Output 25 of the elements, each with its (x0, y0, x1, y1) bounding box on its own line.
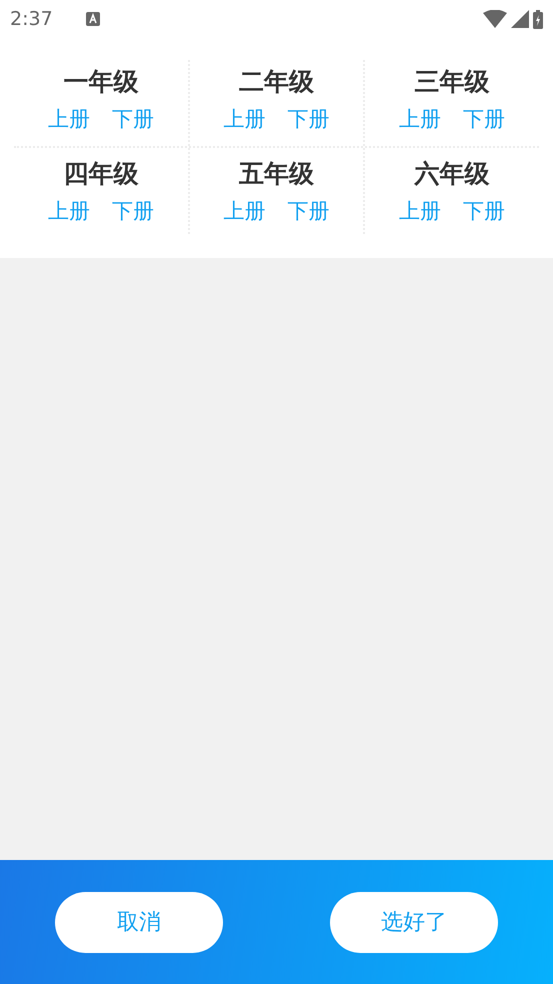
volume-link[interactable]: 下册 (463, 104, 506, 134)
volume-link[interactable]: 下册 (112, 104, 154, 134)
grade-title: 一年级 (63, 66, 138, 98)
volume-link[interactable]: 下册 (112, 196, 154, 226)
volume-link[interactable]: 上册 (48, 196, 90, 226)
volume-link[interactable]: 上册 (224, 104, 266, 134)
volume-link[interactable]: 上册 (224, 196, 266, 226)
grade-title: 五年级 (239, 158, 314, 190)
battery-icon (533, 10, 543, 28)
volume-link[interactable]: 上册 (399, 104, 442, 134)
volume-link[interactable]: 下册 (288, 104, 330, 134)
wifi-icon (483, 10, 507, 28)
grade-title: 三年级 (414, 66, 490, 98)
volume-link[interactable]: 下册 (288, 196, 330, 226)
status-time: 2:37 (10, 6, 53, 32)
confirm-button[interactable]: 选好了 (330, 892, 498, 952)
keyboard-icon (86, 12, 100, 26)
volume-link[interactable]: 下册 (463, 196, 506, 226)
grade-title: 四年级 (63, 158, 138, 190)
grade-title: 二年级 (239, 66, 314, 98)
volume-link[interactable]: 上册 (48, 104, 90, 134)
grade-title: 六年级 (414, 158, 490, 190)
cancel-button[interactable]: 取消 (55, 892, 223, 952)
volume-link[interactable]: 上册 (399, 196, 442, 226)
signal-icon (511, 10, 529, 28)
